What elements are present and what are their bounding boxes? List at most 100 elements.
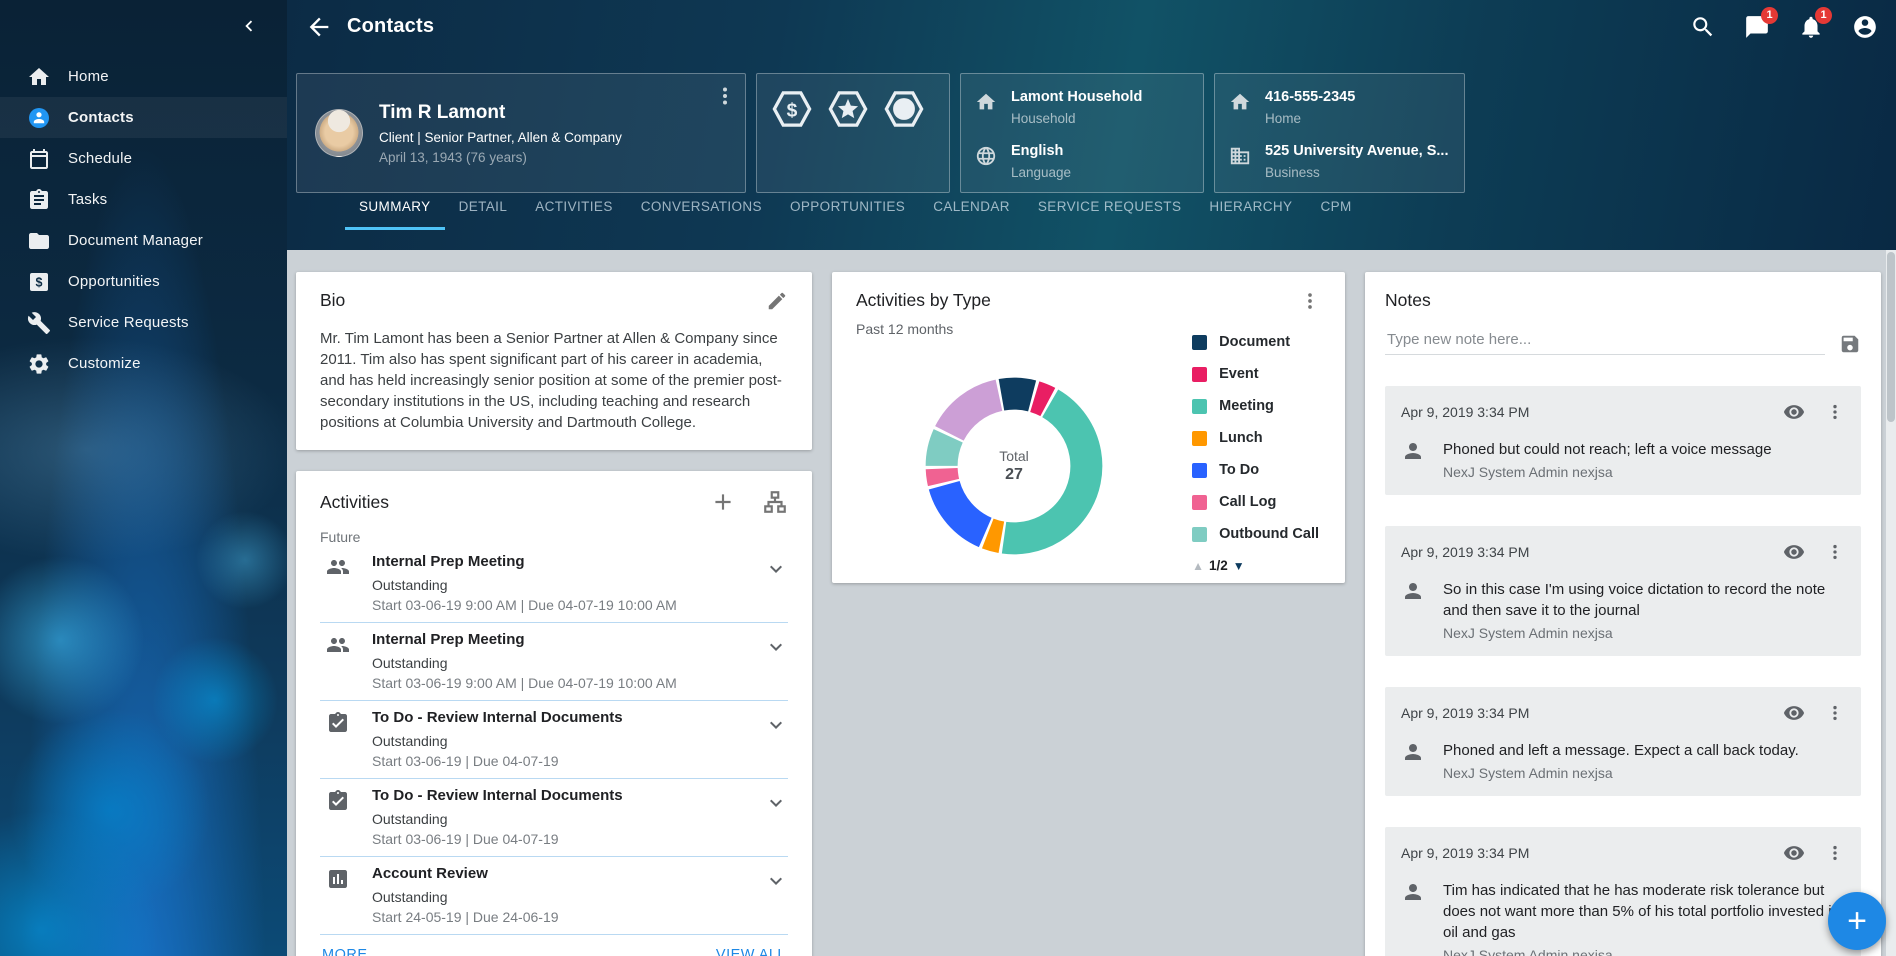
sidebar-collapse-button[interactable] <box>235 12 263 40</box>
legend-item[interactable]: Outbound Call <box>1192 518 1319 550</box>
hierarchy-view-icon[interactable] <box>762 489 788 515</box>
legend-item[interactable]: Event <box>1192 358 1319 390</box>
more-button[interactable]: MORE <box>322 947 368 956</box>
page-header: Contacts 1 1 Tim R Lamont <box>287 0 1896 250</box>
chevron-down-icon[interactable] <box>764 635 788 659</box>
phone-label: Home <box>1265 111 1355 126</box>
activity-item[interactable]: Internal Prep Meeting Outstanding Start … <box>320 623 788 701</box>
add-activity-icon[interactable] <box>710 489 736 515</box>
globe-icon <box>975 145 997 167</box>
tab-hierarchy[interactable]: HIERARCHY <box>1195 199 1306 230</box>
language-label: Language <box>1011 165 1071 180</box>
contact-menu-kebab-icon[interactable] <box>713 84 737 108</box>
legend-pager: ▲ 1/2 ▼ <box>1192 558 1319 573</box>
eye-icon[interactable] <box>1783 541 1805 563</box>
tab-service-requests[interactable]: SERVICE REQUESTS <box>1024 199 1195 230</box>
tab-opportunities[interactable]: OPPORTUNITIES <box>776 199 919 230</box>
contact-text: Tim R Lamont Client | Senior Partner, Al… <box>379 102 622 165</box>
legend-item[interactable]: To Do <box>1192 454 1319 486</box>
legend-swatch <box>1192 431 1207 446</box>
activity-status: Outstanding <box>372 733 764 750</box>
note-item: Apr 9, 2019 3:34 PM Phoned but could not… <box>1385 386 1861 495</box>
star-hexagon-badge[interactable] <box>826 87 870 131</box>
save-note-icon[interactable] <box>1839 333 1861 355</box>
donut-chart[interactable]: Total 27 <box>920 372 1108 560</box>
view-all-button[interactable]: VIEW ALL <box>716 947 786 956</box>
award-hexagon-badge[interactable] <box>882 87 926 131</box>
note-item: Apr 9, 2019 3:34 PM So in this case I'm … <box>1385 526 1861 656</box>
chat-icon[interactable]: 1 <box>1744 14 1770 40</box>
activity-item[interactable]: Internal Prep Meeting Outstanding Start … <box>320 545 788 623</box>
new-note-input[interactable] <box>1385 325 1825 355</box>
sidebar-item-home[interactable]: Home <box>0 56 287 97</box>
bell-icon[interactable]: 1 <box>1798 14 1824 40</box>
vertical-scrollbar[interactable] <box>1886 250 1896 956</box>
people-icon <box>326 555 350 579</box>
account-icon[interactable] <box>1852 14 1878 40</box>
pager-down-icon[interactable]: ▼ <box>1233 559 1245 573</box>
chart-legend: Document Event Meeting Lunch To Do Call … <box>1192 326 1319 573</box>
notification-badge: 1 <box>1815 7 1832 24</box>
sidebar-item-document-manager[interactable]: Document Manager <box>0 220 287 261</box>
eye-icon[interactable] <box>1783 401 1805 423</box>
tab-cpm[interactable]: CPM <box>1306 199 1365 230</box>
activity-item[interactable]: To Do - Review Internal Documents Outsta… <box>320 779 788 857</box>
note-menu-kebab-icon[interactable] <box>1825 542 1845 562</box>
sidebar-item-label: Home <box>68 68 109 85</box>
people-icon <box>326 633 350 657</box>
sidebar-item-customize[interactable]: Customize <box>0 343 287 384</box>
add-fab-button[interactable]: + <box>1828 892 1886 950</box>
activity-item[interactable]: Account Review Outstanding Start 24-05-1… <box>320 857 788 935</box>
person-icon <box>1401 439 1425 463</box>
avatar[interactable] <box>315 109 363 157</box>
tab-conversations[interactable]: CONVERSATIONS <box>627 199 776 230</box>
bio-title: Bio <box>320 290 345 311</box>
tab-summary[interactable]: SUMMARY <box>345 199 445 230</box>
column-notes: Notes Apr 9, 2019 3:34 PM <box>1365 272 1881 956</box>
activity-title: To Do - Review Internal Documents <box>372 787 764 805</box>
activity-dates: Start 03-06-19 9:00 AM | Due 04-07-19 10… <box>372 675 764 692</box>
note-menu-kebab-icon[interactable] <box>1825 402 1845 422</box>
back-arrow-icon[interactable] <box>305 13 333 41</box>
note-menu-kebab-icon[interactable] <box>1825 703 1845 723</box>
sidebar-item-opportunities[interactable]: $ Opportunities <box>0 261 287 302</box>
phone-row[interactable]: 416-555-2345 Home <box>1229 89 1450 126</box>
sidebar-item-service-requests[interactable]: Service Requests <box>0 302 287 343</box>
note-text: Phoned but could not reach; left a voice… <box>1443 439 1772 460</box>
sidebar-item-tasks[interactable]: Tasks <box>0 179 287 220</box>
chevron-down-icon[interactable] <box>764 713 788 737</box>
household-name: Lamont Household <box>1011 89 1142 105</box>
legend-item[interactable]: Call Log <box>1192 486 1319 518</box>
chevron-down-icon[interactable] <box>764 869 788 893</box>
tab-activities[interactable]: ACTIVITIES <box>521 199 627 230</box>
pager-up-icon[interactable]: ▲ <box>1192 559 1204 573</box>
tab-detail[interactable]: DETAIL <box>445 199 522 230</box>
sidebar-item-label: Customize <box>68 355 141 372</box>
eye-icon[interactable] <box>1783 842 1805 864</box>
edit-pencil-icon[interactable] <box>766 290 788 312</box>
opportunities-icon: $ <box>27 270 51 294</box>
sidebar: Home Contacts Schedule Tasks Document Ma… <box>0 0 287 956</box>
chart-menu-kebab-icon[interactable] <box>1299 290 1321 312</box>
address-row[interactable]: 525 University Avenue, S... Business <box>1229 143 1450 180</box>
scrollbar-thumb[interactable] <box>1887 252 1895 422</box>
sidebar-item-contacts[interactable]: Contacts <box>0 97 287 138</box>
chevron-down-icon[interactable] <box>764 557 788 581</box>
activity-item[interactable]: To Do - Review Internal Documents Outsta… <box>320 701 788 779</box>
summary-content: Bio Mr. Tim Lamont has been a Senior Par… <box>287 250 1896 956</box>
household-row[interactable]: Lamont Household Household <box>975 89 1189 126</box>
chevron-down-icon[interactable] <box>764 791 788 815</box>
dollar-hexagon-badge[interactable]: $ <box>770 87 814 131</box>
search-icon[interactable] <box>1690 14 1716 40</box>
sidebar-item-label: Document Manager <box>68 232 203 249</box>
note-menu-kebab-icon[interactable] <box>1825 843 1845 863</box>
note-date: Apr 9, 2019 3:34 PM <box>1401 404 1783 420</box>
eye-icon[interactable] <box>1783 702 1805 724</box>
legend-item[interactable]: Lunch <box>1192 422 1319 454</box>
sidebar-item-schedule[interactable]: Schedule <box>0 138 287 179</box>
tab-calendar[interactable]: CALENDAR <box>919 199 1024 230</box>
legend-item[interactable]: Document <box>1192 326 1319 358</box>
legend-swatch <box>1192 527 1207 542</box>
legend-swatch <box>1192 335 1207 350</box>
legend-item[interactable]: Meeting <box>1192 390 1319 422</box>
